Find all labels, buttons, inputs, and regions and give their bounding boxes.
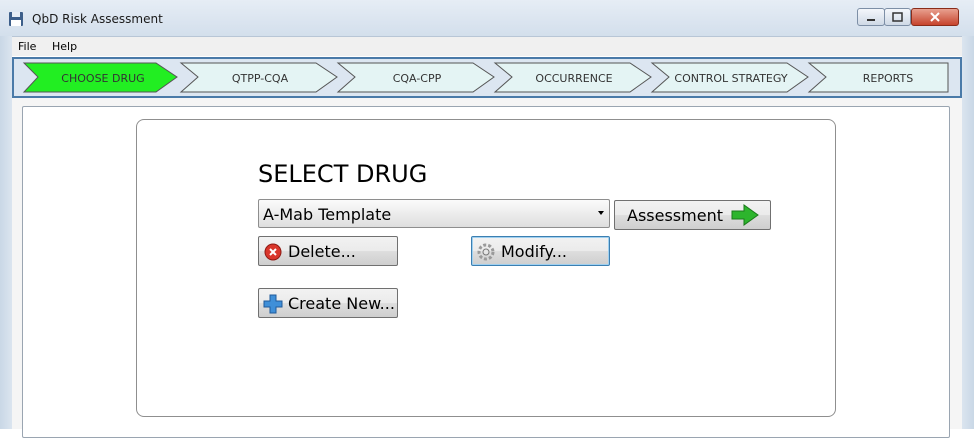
delete-button-label: Delete... [288,242,356,261]
wizard-step-control-strategy[interactable]: CONTROL STRATEGY [661,72,801,85]
menu-bar: File Help [12,37,962,56]
blue-plus-icon [263,294,283,314]
window-title: QbD Risk Assessment [32,12,163,26]
wizard-step-reports[interactable]: REPORTS [818,72,958,85]
wizard-step-choose-drug[interactable]: CHOOSE DRUG [33,72,173,85]
modify-button-label: Modify... [501,242,567,261]
modify-button[interactable]: Modify... [471,236,610,266]
window-frame-right [962,36,974,429]
close-button[interactable] [911,8,959,26]
create-new-button[interactable]: Create New... [258,288,398,318]
gear-icon [477,243,495,261]
title-bar: QbD Risk Assessment [0,0,974,37]
chevron-down-icon [598,211,604,215]
menu-help[interactable]: Help [52,40,77,53]
select-drug-card: SELECT DRUG A-Mab Template Assessment De… [136,119,836,417]
page-title: SELECT DRUG [258,160,428,188]
menu-file[interactable]: File [18,40,36,53]
assessment-button-label: Assessment [627,206,723,225]
assessment-button[interactable]: Assessment [614,200,771,230]
content-area: SELECT DRUG A-Mab Template Assessment De… [12,98,962,438]
drug-select-value: A-Mab Template [263,205,392,224]
save-disk-icon [9,12,23,26]
wizard-steps-bar: CHOOSE DRUG QTPP-CQA CQA-CPP OCCURRENCE … [12,57,962,98]
maximize-button[interactable] [884,8,911,26]
red-x-circle-icon [264,243,282,261]
wizard-step-occurrence[interactable]: OCCURRENCE [504,72,644,85]
wizard-step-qtpp-cqa[interactable]: QTPP-CQA [190,72,330,85]
close-icon [930,12,940,22]
minimize-icon [867,19,875,21]
minimize-button[interactable] [857,8,885,26]
green-arrow-right-icon [731,204,759,226]
delete-button[interactable]: Delete... [258,236,398,266]
drug-select[interactable]: A-Mab Template [258,199,610,228]
window-frame-left [0,36,12,429]
maximize-icon [892,12,903,22]
content-panel: SELECT DRUG A-Mab Template Assessment De… [22,106,950,438]
wizard-step-cqa-cpp[interactable]: CQA-CPP [347,72,487,85]
create-new-button-label: Create New... [288,294,395,313]
